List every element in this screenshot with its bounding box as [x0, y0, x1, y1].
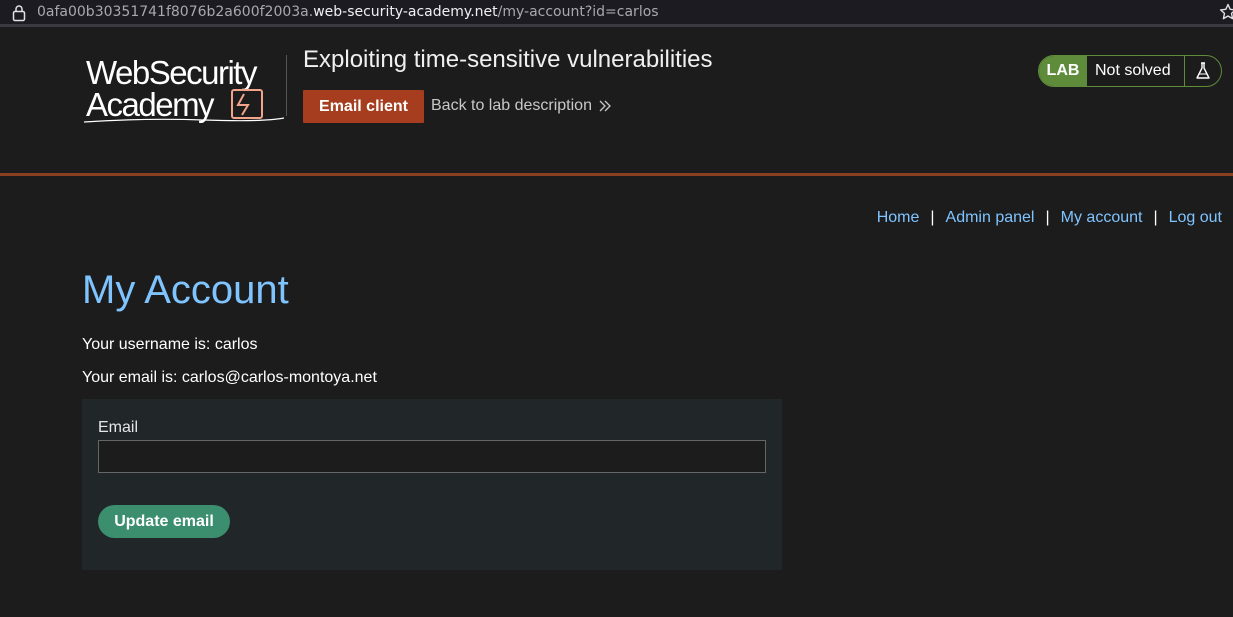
- url-text[interactable]: 0afa00b30351741f8076b2a600f2003a.web-sec…: [37, 4, 659, 20]
- page-title: My Account: [82, 268, 289, 312]
- update-email-button[interactable]: Update email: [98, 505, 230, 538]
- email-client-button[interactable]: Email client: [303, 90, 424, 123]
- lab-status-text: Not solved: [1087, 56, 1185, 86]
- lock-icon: [12, 5, 26, 22]
- email-text: Your email is: carlos@carlos-montoya.net: [82, 369, 377, 386]
- top-nav: Home | Admin panel | My account | Log ou…: [877, 209, 1222, 227]
- nav-admin-panel[interactable]: Admin panel: [946, 209, 1035, 227]
- browser-url-bar[interactable]: 0afa00b30351741f8076b2a600f2003a.web-sec…: [0, 0, 1233, 27]
- flask-icon: [1185, 56, 1221, 86]
- nav-my-account[interactable]: My account: [1061, 209, 1143, 227]
- url-prefix: 0afa00b30351741f8076b2a600f2003a.: [37, 4, 314, 20]
- lab-badge: LAB: [1039, 56, 1087, 86]
- logo-divider: [286, 55, 287, 116]
- double-chevron-right-icon: [599, 100, 611, 112]
- email-label: Email: [98, 419, 139, 436]
- change-email-form: Email Update email: [82, 399, 782, 570]
- back-to-lab-description-link[interactable]: Back to lab description: [431, 97, 612, 115]
- url-host: web-security-academy.net: [313, 4, 498, 20]
- nav-separator: |: [930, 209, 935, 226]
- nav-log-out[interactable]: Log out: [1169, 209, 1222, 227]
- nav-separator: |: [1045, 209, 1050, 226]
- back-link-label: Back to lab description: [431, 97, 592, 114]
- star-icon[interactable]: [1219, 3, 1233, 21]
- lab-status-widget: LAB Not solved: [1038, 55, 1222, 87]
- nav-home[interactable]: Home: [877, 209, 920, 227]
- username-text: Your username is: carlos: [82, 336, 258, 353]
- logo-line2: Academy: [86, 86, 215, 123]
- web-security-academy-logo[interactable]: WebSecurity Academy: [84, 52, 284, 128]
- academy-header: WebSecurity Academy Exploiting time-sens…: [0, 30, 1233, 176]
- lab-title: Exploiting time-sensitive vulnerabilitie…: [303, 46, 713, 73]
- nav-separator: |: [1153, 209, 1158, 226]
- email-input[interactable]: [98, 440, 766, 473]
- url-path: /my-account?id=carlos: [497, 4, 659, 20]
